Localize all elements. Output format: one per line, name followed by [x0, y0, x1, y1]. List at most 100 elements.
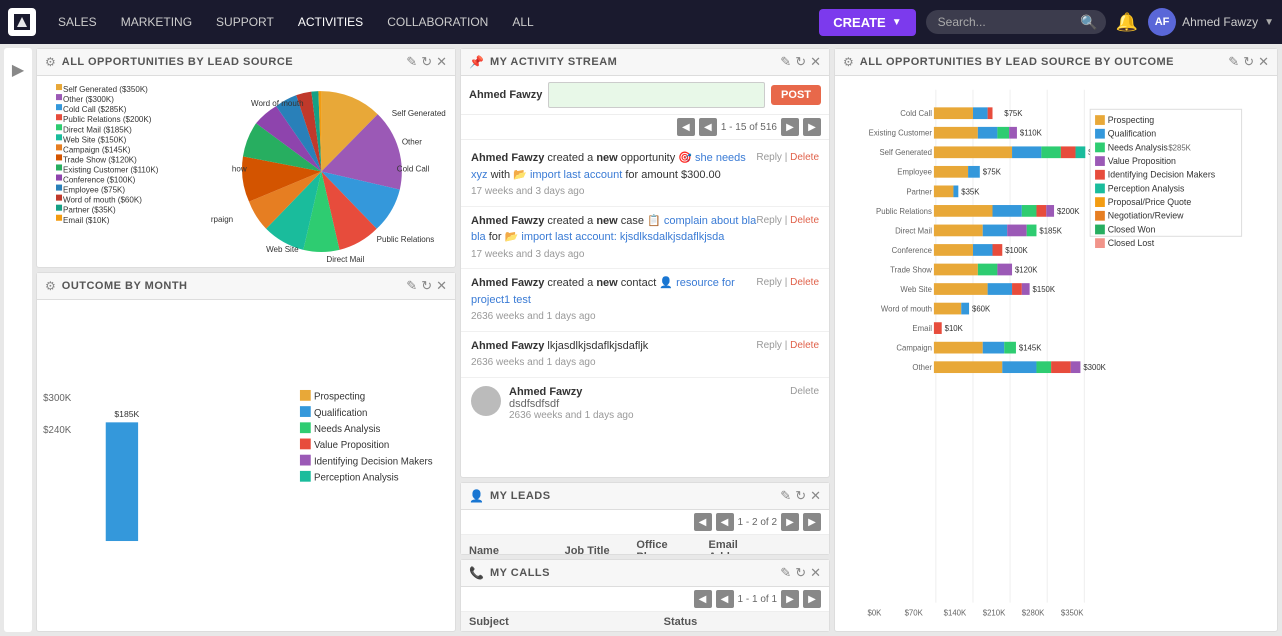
edit-icon[interactable]: ✎	[406, 54, 417, 70]
panel-gear-icon2: ⚙	[45, 279, 56, 293]
activity-reply-del-4[interactable]: Reply | Delete	[756, 338, 819, 353]
nav-sales[interactable]: SALES	[48, 9, 107, 35]
my-leads-title: MY LEADS	[490, 490, 774, 502]
calls-col-status[interactable]: Status	[656, 612, 829, 631]
leads-prev-btn[interactable]: ◀	[694, 513, 712, 531]
nav-all[interactable]: ALL	[502, 9, 543, 35]
panel-gear-icon3: ⚙	[843, 55, 854, 69]
activity-prev-btn[interactable]: ◀	[677, 118, 695, 136]
edit-icon5[interactable]: ✎	[780, 565, 791, 581]
user-menu[interactable]: AF Ahmed Fawzy ▼	[1148, 8, 1274, 36]
edit-icon2[interactable]: ✎	[406, 278, 417, 294]
svg-text:Perception Analysis: Perception Analysis	[1108, 183, 1185, 193]
svg-text:Other: Other	[402, 137, 422, 146]
close-icon5[interactable]: ✕	[810, 565, 821, 581]
svg-text:$300K: $300K	[1083, 363, 1106, 372]
play-icon[interactable]: ▶	[12, 60, 24, 80]
panel-actions5: ✎ ↻ ✕	[780, 565, 821, 581]
refresh-icon3[interactable]: ↻	[795, 54, 806, 70]
activity-stream-header: 📌 MY ACTIVITY STREAM ✎ ↻ ✕	[461, 49, 829, 76]
my-calls-body: ◀ ◀ 1 - 1 of 1 ▶ ▶ Subject Status	[461, 587, 829, 631]
app-logo[interactable]	[8, 8, 36, 36]
panel-actions: ✎ ↻ ✕	[406, 54, 447, 70]
svg-text:Partner ($35K): Partner ($35K)	[63, 206, 116, 215]
activity-item-1: Reply | Delete Ahmed Fawzy created a new…	[461, 144, 829, 207]
leads-col-email[interactable]: Email Address	[701, 535, 782, 554]
user-name: Ahmed Fawzy	[1182, 15, 1258, 29]
activity-post-area: Ahmed Fawzy POST	[461, 76, 829, 115]
leads-next-btn[interactable]: ▶	[781, 513, 799, 531]
leads-prev-btn2[interactable]: ◀	[716, 513, 734, 531]
calls-prev-btn2[interactable]: ◀	[716, 590, 734, 608]
svg-text:$35K: $35K	[961, 187, 980, 196]
activity-post-input[interactable]	[548, 82, 765, 108]
activity-time-2: 17 weeks and 3 days ago	[471, 249, 584, 260]
svg-text:Other: Other	[912, 363, 932, 372]
svg-text:$60K: $60K	[972, 304, 991, 313]
refresh-icon2[interactable]: ↻	[421, 278, 432, 294]
activity-next-btn2[interactable]: ▶	[803, 118, 821, 136]
activity-reply-del-1[interactable]: Reply | Delete	[756, 150, 819, 165]
leads-next-btn2[interactable]: ▶	[803, 513, 821, 531]
edit-icon3[interactable]: ✎	[780, 54, 791, 70]
svg-text:Conference ($100K): Conference ($100K)	[63, 176, 136, 185]
leads-col-phone[interactable]: Office Phone	[628, 535, 700, 554]
create-button[interactable]: CREATE ▼	[819, 9, 915, 36]
calls-data-table: Subject Status	[461, 612, 829, 631]
activity-link2-2[interactable]: 📂 import last account: kjsdlksdalkjsdafl…	[505, 231, 725, 243]
svg-text:$10K: $10K	[945, 324, 964, 333]
calls-col-subject[interactable]: Subject	[461, 612, 656, 631]
svg-text:Identifying Decision Makers: Identifying Decision Makers	[1108, 170, 1216, 180]
svg-text:$100K: $100K	[1005, 246, 1028, 255]
nav-activities[interactable]: ACTIVITIES	[288, 9, 373, 35]
search-icon: 🔍	[1080, 14, 1097, 31]
calls-next-btn2[interactable]: ▶	[803, 590, 821, 608]
close-icon2[interactable]: ✕	[436, 278, 447, 294]
search-input[interactable]	[926, 10, 1106, 34]
activity-actor-2: Ahmed Fawzy	[471, 215, 547, 227]
svg-text:Prospecting: Prospecting	[314, 392, 365, 403]
svg-text:Direct Mail: Direct Mail	[895, 226, 932, 235]
activity-prev-btn2[interactable]: ◀	[699, 118, 717, 136]
close-icon[interactable]: ✕	[436, 54, 447, 70]
svg-text:Cold Call: Cold Call	[900, 109, 932, 118]
nav-collaboration[interactable]: COLLABORATION	[377, 9, 498, 35]
activity-reply-del-3[interactable]: Reply | Delete	[756, 275, 819, 290]
refresh-icon5[interactable]: ↻	[795, 565, 806, 581]
activity-actor-3: Ahmed Fawzy	[471, 277, 547, 289]
edit-icon4[interactable]: ✎	[780, 488, 791, 504]
post-button[interactable]: POST	[771, 85, 821, 105]
refresh-icon6[interactable]: ↻	[1243, 54, 1254, 70]
calls-prev-btn[interactable]: ◀	[694, 590, 712, 608]
nav-support[interactable]: SUPPORT	[206, 9, 284, 35]
svg-text:Web Site: Web Site	[900, 285, 932, 294]
nav-marketing[interactable]: MARKETING	[111, 9, 202, 35]
activity-link2-1[interactable]: 📂 import last account	[513, 169, 622, 181]
activity-text-3: created a new contact	[547, 277, 659, 289]
my-calls-header: 📞 MY CALLS ✎ ↻ ✕	[461, 560, 829, 587]
activity-actor-4: Ahmed Fawzy	[471, 340, 547, 352]
svg-text:Direct Mail ($185K): Direct Mail ($185K)	[63, 125, 132, 134]
notifications-icon[interactable]: 🔔	[1110, 8, 1144, 37]
activity-reply-del-2[interactable]: Reply | Delete	[756, 213, 819, 228]
activity-next-btn[interactable]: ▶	[781, 118, 799, 136]
panels-area: ⚙ ALL OPPORTUNITIES BY LEAD SOURCE ✎ ↻ ✕…	[36, 48, 1278, 632]
edit-icon6[interactable]: ✎	[1228, 54, 1239, 70]
leads-col-jobtitle[interactable]: Job Title	[557, 535, 629, 554]
activity-sub-delete[interactable]: Delete	[790, 386, 819, 397]
bar-panel-body: $0K $70K $140K $210K $280K $350K Cold Ca…	[835, 76, 1277, 631]
svg-text:Closed Lost: Closed Lost	[1108, 238, 1155, 248]
svg-text:$285K: $285K	[1168, 143, 1191, 152]
svg-text:$210K: $210K	[983, 608, 1006, 617]
svg-text:Negotiation/Review: Negotiation/Review	[1108, 211, 1184, 221]
close-icon3[interactable]: ✕	[810, 54, 821, 70]
activity-stream-panel: 📌 MY ACTIVITY STREAM ✎ ↻ ✕ Ahmed Fawzy P…	[460, 48, 830, 478]
refresh-icon[interactable]: ↻	[421, 54, 432, 70]
close-icon4[interactable]: ✕	[810, 488, 821, 504]
leads-col-name[interactable]: Name	[461, 535, 557, 554]
refresh-icon4[interactable]: ↻	[795, 488, 806, 504]
opportunities-bar-header: ⚙ ALL OPPORTUNITIES BY LEAD SOURCE BY OU…	[835, 49, 1277, 76]
activity-item-2: Reply | Delete Ahmed Fawzy created a new…	[461, 207, 829, 270]
calls-next-btn[interactable]: ▶	[781, 590, 799, 608]
close-icon6[interactable]: ✕	[1258, 54, 1269, 70]
